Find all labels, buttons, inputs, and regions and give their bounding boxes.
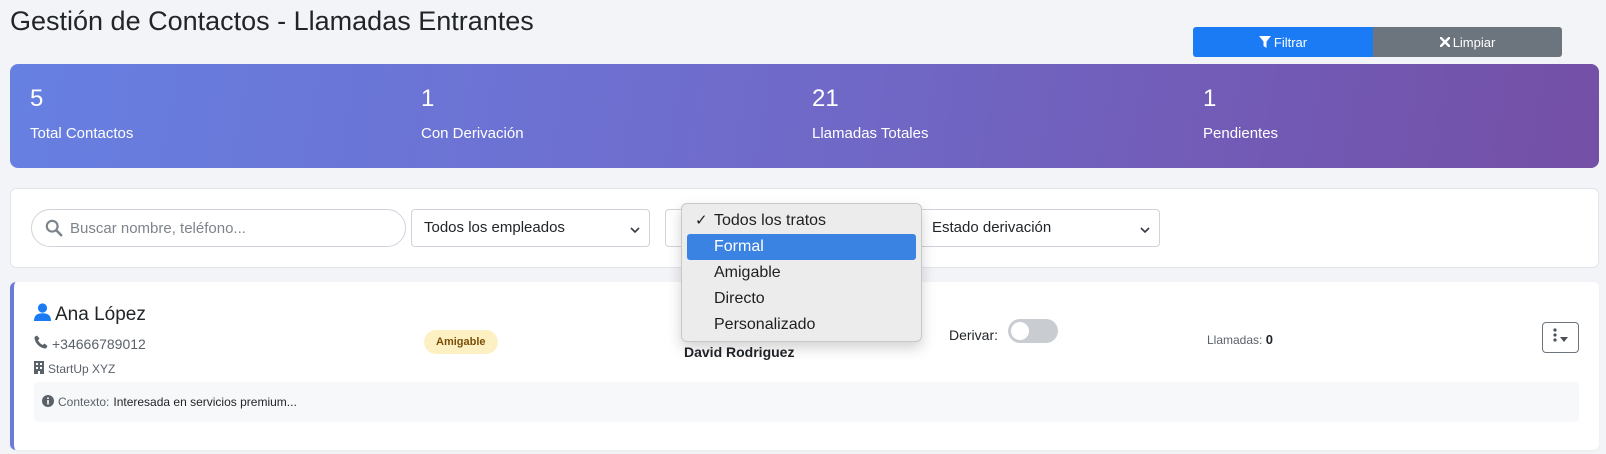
chevron-down-icon [1139, 223, 1151, 235]
search-box[interactable] [31, 209, 406, 247]
dropdown-option-label: Directo [714, 290, 765, 307]
assigned-employee: David Rodriguez [684, 344, 795, 360]
stat-label: Llamadas Totales [812, 125, 929, 142]
stat-with-derivation: 1 Con Derivación [401, 64, 792, 168]
derivation-select-value: Estado derivación [932, 219, 1052, 236]
context-label: Contexto: [58, 395, 110, 409]
contact-company-row: StartUp XYZ [34, 361, 115, 377]
search-icon [45, 219, 65, 239]
dropdown-option[interactable]: Formal [687, 234, 916, 260]
user-icon [34, 303, 51, 327]
stat-label: Con Derivación [421, 125, 524, 142]
caret-down-icon [1560, 329, 1568, 347]
dropdown-option-label: Amigable [714, 264, 781, 281]
info-circle-icon [42, 395, 54, 410]
contact-company: StartUp XYZ [48, 362, 116, 376]
contact-name-row: Ana López [34, 303, 146, 327]
check-icon: ✓ [695, 212, 708, 229]
dropdown-option[interactable]: Directo [687, 286, 916, 312]
actions-menu-button[interactable] [1542, 322, 1579, 353]
employee-select-value: Todos los empleados [424, 219, 565, 236]
stat-value: 21 [812, 85, 839, 112]
clear-button[interactable]: Limpiar [1373, 27, 1562, 57]
stat-label: Pendientes [1203, 125, 1279, 142]
derive-label: Derivar: [949, 327, 999, 343]
employee-select[interactable]: Todos los empleados [411, 209, 650, 247]
contact-name[interactable]: Ana López [55, 304, 146, 326]
filter-button-label: Filtrar [1273, 34, 1308, 50]
derivation-select[interactable]: Estado derivación [919, 209, 1160, 247]
filter-button[interactable]: Filtrar [1193, 27, 1373, 57]
dropdown-option[interactable]: ✓ Todos los tratos [687, 208, 916, 234]
stat-value: 5 [30, 85, 44, 112]
dropdown-option-label: Formal [714, 238, 764, 255]
clear-button-label: Limpiar [1452, 34, 1496, 50]
page-title: Gestión de Contactos - Llamadas Entrante… [10, 6, 534, 36]
derive-toggle[interactable] [1008, 319, 1059, 343]
phone-icon [34, 335, 48, 352]
treatment-badge: Amigable [424, 330, 498, 354]
times-icon [1439, 37, 1450, 47]
dropdown-option-label: Todos los tratos [714, 212, 827, 229]
context-value: Interesada en servicios premium... [113, 395, 297, 409]
filter-icon [1258, 36, 1271, 48]
search-input[interactable] [70, 210, 390, 246]
filter-actions: Filtrar Limpiar [1193, 27, 1562, 57]
stat-label: Total Contactos [30, 125, 134, 142]
treatment-dropdown: ✓ Todos los tratos Formal Amigable Direc… [681, 203, 922, 342]
ellipsis-vertical-icon [1553, 328, 1557, 347]
dropdown-option[interactable]: Personalizado [687, 312, 916, 338]
chevron-down-icon [629, 223, 641, 235]
contact-phone-row: +34666789012 [34, 335, 146, 352]
dropdown-option[interactable]: Amigable [687, 260, 916, 286]
building-icon [34, 361, 44, 377]
dropdown-option-label: Personalizado [714, 316, 816, 333]
contact-phone[interactable]: +34666789012 [52, 336, 146, 352]
calls-count: Llamadas: 0 [1207, 332, 1273, 347]
stats-banner: 5 Total Contactos 1 Con Derivación 21 Ll… [10, 64, 1599, 168]
calls-label: Llamadas: [1207, 333, 1263, 347]
stat-value: 1 [421, 85, 435, 112]
stat-total-contacts: 5 Total Contactos [10, 64, 401, 168]
stat-total-calls: 21 Llamadas Totales [792, 64, 1183, 168]
calls-value: 0 [1265, 332, 1273, 347]
stat-value: 1 [1203, 85, 1217, 112]
derive-control: Derivar: [949, 319, 1059, 343]
contact-context: Contexto: Interesada en servicios premiu… [34, 382, 1579, 422]
stat-pending: 1 Pendientes [1183, 64, 1574, 168]
